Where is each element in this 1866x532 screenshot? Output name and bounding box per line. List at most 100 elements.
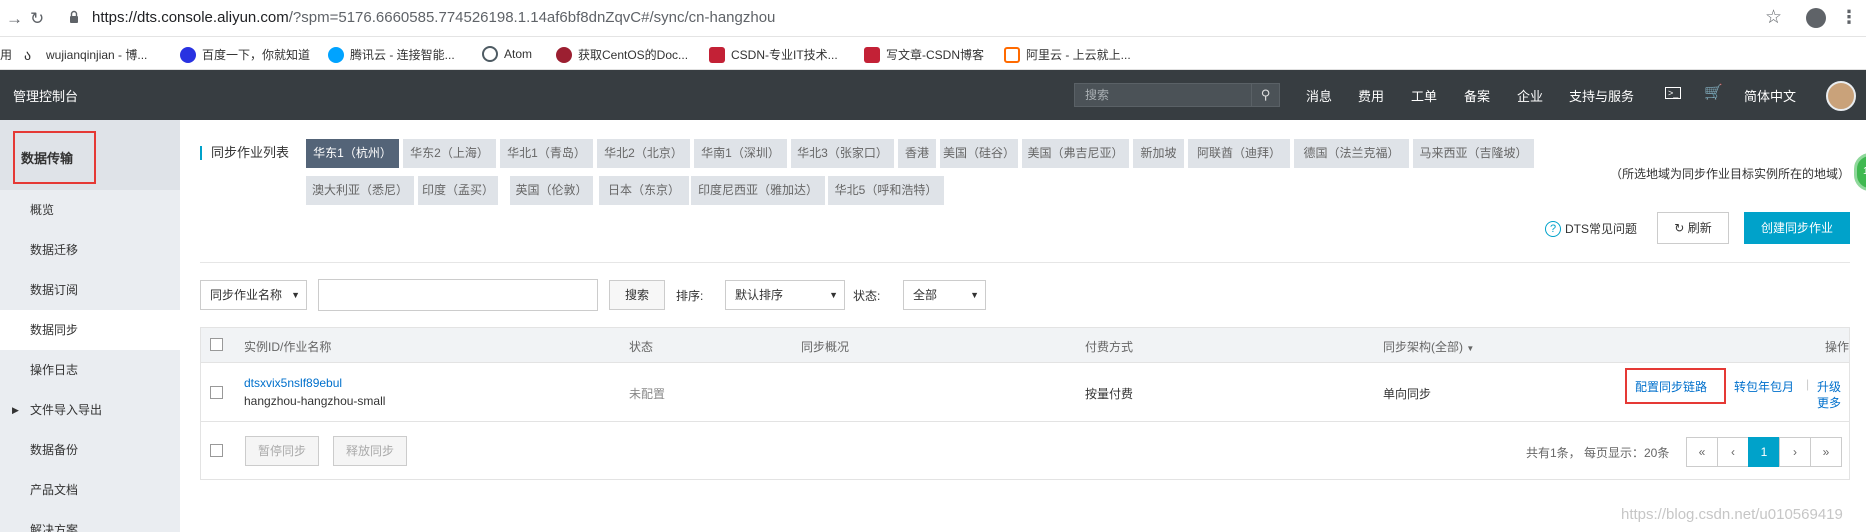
region-tab[interactable]: 阿联酋（迪拜）: [1188, 139, 1290, 168]
forward-icon[interactable]: →: [6, 9, 23, 29]
language-switch[interactable]: 简体中文: [1744, 86, 1796, 105]
menu-billing[interactable]: 费用: [1358, 86, 1384, 105]
more-link[interactable]: 更多: [1817, 394, 1841, 411]
upgrade-link[interactable]: 升级: [1817, 378, 1841, 395]
last-page-button[interactable]: »: [1810, 437, 1842, 467]
faq-link[interactable]: ? DTS常见问题: [1545, 220, 1637, 237]
menu-tickets[interactable]: 工单: [1411, 86, 1437, 105]
search-field-select[interactable]: 同步作业名称 ▼: [200, 280, 307, 310]
menu-support[interactable]: 支持与服务: [1569, 86, 1634, 105]
job-name: hangzhou-hangzhou-small: [244, 394, 386, 408]
column-header-id: 实例ID/作业名称: [244, 340, 332, 354]
console-home-link[interactable]: 管理控制台: [13, 86, 78, 105]
region-tab[interactable]: 华北1（青岛）: [500, 139, 593, 168]
column-header-arch[interactable]: 同步架构(全部) ▼: [1383, 338, 1474, 355]
profile-icon[interactable]: [1806, 8, 1826, 28]
page-title: 同步作业列表: [200, 146, 289, 160]
sidebar-section-header[interactable]: 数据传输: [0, 120, 180, 190]
search-icon[interactable]: ⚲: [1251, 84, 1279, 106]
cart-icon[interactable]: 🛒: [1704, 83, 1723, 101]
reload-icon[interactable]: ↻: [30, 9, 44, 29]
region-tab[interactable]: 英国（伦敦）: [510, 176, 593, 205]
sidebar-item-docs[interactable]: 产品文档: [0, 470, 180, 510]
terminal-icon[interactable]: >_: [1665, 87, 1682, 99]
region-tab[interactable]: 马来西亚（吉隆坡）: [1413, 139, 1534, 168]
region-tab[interactable]: 华北2（北京）: [597, 139, 690, 168]
next-page-button[interactable]: ›: [1779, 437, 1811, 467]
table-row: dtsxvix5nslf89ebul hangzhou-hangzhou-sma…: [201, 363, 1849, 422]
row-checkbox[interactable]: [210, 386, 223, 399]
sidebar-item-solutions[interactable]: 解决方案: [0, 510, 180, 532]
column-header-status: 状态: [629, 340, 654, 354]
region-tab[interactable]: 华北3（张家口）: [791, 139, 894, 168]
sidebar-item-backup[interactable]: 数据备份: [0, 430, 180, 470]
instance-id-link[interactable]: dtsxvix5nslf89ebul: [244, 376, 342, 390]
region-note: （所选地域为同步作业目标实例所在的地域）: [1610, 167, 1851, 181]
first-page-button[interactable]: «: [1686, 437, 1718, 467]
bookmark-star-icon[interactable]: ☆: [1765, 6, 1782, 29]
sidebar-item-oplog[interactable]: 操作日志: [0, 350, 180, 390]
topbar-search-input[interactable]: [1075, 84, 1245, 106]
floating-badge[interactable]: 10: [1854, 153, 1866, 191]
select-all-checkbox[interactable]: [210, 338, 223, 351]
url-text[interactable]: https://dts.console.aliyun.com/?spm=5176…: [92, 9, 775, 26]
sidebar-section-title: 数据传输: [21, 151, 74, 166]
avatar[interactable]: [1826, 81, 1856, 111]
lock-icon: [70, 10, 78, 23]
bookmark-item[interactable]: 阿里云 - 上云就上...: [1004, 46, 1131, 63]
region-tab[interactable]: 华南1（深圳）: [694, 139, 787, 168]
sidebar-item-sync[interactable]: 数据同步: [0, 310, 180, 350]
region-tab[interactable]: 日本（东京）: [599, 176, 689, 205]
sidebar-item-label: 文件导入导出: [30, 403, 103, 417]
region-tab[interactable]: 印度（孟买）: [418, 176, 498, 205]
menu-messages[interactable]: 消息: [1306, 86, 1332, 105]
footer-select-all-checkbox[interactable]: [210, 444, 223, 457]
browser-address-bar: → ↻ https://dts.console.aliyun.com/?spm=…: [0, 0, 1866, 37]
region-tab[interactable]: 印度尼西亚（雅加达）: [691, 176, 825, 205]
region-tab[interactable]: 澳大利亚（悉尼）: [306, 176, 414, 205]
bookmark-item[interactable]: ა wujianqinjian - 博...: [24, 46, 147, 63]
convert-subscription-link[interactable]: 转包年包月: [1734, 378, 1794, 395]
region-tab[interactable]: 华东2（上海）: [403, 139, 496, 168]
sort-select[interactable]: 默认排序 ▼: [725, 280, 845, 310]
region-tab[interactable]: 香港: [898, 139, 936, 168]
status-label: 状态:: [853, 289, 881, 303]
bookmark-item[interactable]: 用: [0, 46, 12, 63]
bookmark-item[interactable]: CSDN-专业IT技术...: [709, 46, 838, 63]
create-sync-job-button[interactable]: 创建同步作业: [1744, 212, 1850, 244]
search-input[interactable]: [319, 280, 597, 310]
bookmark-item[interactable]: Atom: [482, 46, 532, 62]
region-tab[interactable]: 华北5（呼和浩特）: [828, 176, 944, 205]
region-tab[interactable]: 新加坡: [1133, 139, 1184, 168]
page-1-button[interactable]: 1: [1748, 437, 1780, 467]
sidebar-item-file-import-export[interactable]: ▶ 文件导入导出: [0, 390, 180, 430]
region-tab[interactable]: 美国（弗吉尼亚）: [1022, 139, 1129, 168]
sidebar-item-migration[interactable]: 数据迁移: [0, 230, 180, 270]
menu-enterprise[interactable]: 企业: [1517, 86, 1543, 105]
bookmark-item[interactable]: 写文章-CSDN博客: [864, 46, 984, 63]
chevron-down-icon: ▼: [291, 290, 300, 300]
divider: [200, 262, 1850, 263]
release-sync-button[interactable]: 释放同步: [333, 436, 408, 466]
bookmark-item[interactable]: 百度一下，你就知道: [180, 46, 310, 63]
csdn-icon: [709, 46, 725, 63]
menu-icp[interactable]: 备案: [1464, 86, 1490, 105]
prev-page-button[interactable]: ‹: [1717, 437, 1749, 467]
region-tab[interactable]: 华东1（杭州）: [306, 139, 399, 168]
region-tab[interactable]: 美国（硅谷）: [940, 139, 1018, 168]
arch-text: 单向同步: [1383, 387, 1432, 401]
status-select[interactable]: 全部 ▼: [903, 280, 986, 310]
refresh-button[interactable]: ↻ 刷新: [1657, 212, 1729, 244]
atom-icon: [482, 46, 498, 62]
sidebar-item-subscription[interactable]: 数据订阅: [0, 270, 180, 310]
region-tab[interactable]: 德国（法兰克福）: [1294, 139, 1409, 168]
bookmark-item[interactable]: 腾讯云 - 连接智能...: [328, 46, 455, 63]
bookmark-item[interactable]: 获取CentOS的Doc...: [556, 46, 688, 63]
search-button[interactable]: 搜索: [609, 280, 665, 310]
configure-sync-link[interactable]: 配置同步链路: [1635, 378, 1707, 395]
browser-menu-icon[interactable]: ⋮: [1840, 7, 1858, 28]
column-header-actions: 操作: [1825, 340, 1850, 354]
pause-sync-button[interactable]: 暂停同步: [245, 436, 320, 466]
sidebar-item-overview[interactable]: 概览: [0, 190, 180, 230]
caret-down-icon: ▼: [1466, 344, 1475, 353]
